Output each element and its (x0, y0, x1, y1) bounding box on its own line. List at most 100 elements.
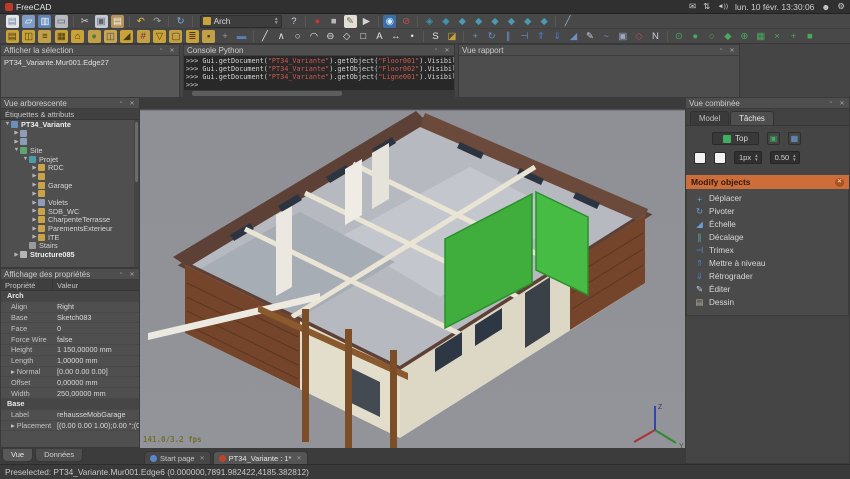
float-panel-icon[interactable]: ▫ (117, 271, 125, 278)
tree-item[interactable]: ▶ RDC (1, 163, 139, 172)
tree-item[interactable]: ▼ Site (1, 146, 139, 155)
property-row[interactable]: Force Wire false (1, 334, 139, 345)
arch-add-component-icon[interactable]: + (219, 30, 232, 43)
draft-circle-icon[interactable]: ○ (291, 30, 304, 43)
draft-clone-icon[interactable]: ▣ (616, 30, 629, 43)
tree-item[interactable]: ▶ SDB_WC (1, 207, 139, 216)
command-trimex[interactable]: ⊣ Trimex (687, 244, 848, 257)
tree-item[interactable]: ▶ Volets (1, 198, 139, 207)
tree-item[interactable]: ▶ ParementsExterieur (1, 224, 139, 233)
tab-tâches[interactable]: Tâches (730, 111, 774, 125)
close-panel-icon[interactable]: ✕ (443, 47, 451, 54)
command-pivoter[interactable]: ↻ Pivoter (687, 205, 848, 218)
close-panel-icon[interactable]: ✕ (168, 47, 176, 54)
float-panel-icon[interactable]: ▫ (717, 47, 725, 54)
view-front-icon[interactable]: ◆ (456, 15, 469, 28)
doc-tab[interactable]: Start page ✕ (144, 451, 211, 464)
tree-expand-icon[interactable]: ▶ (31, 191, 38, 197)
tree-item[interactable]: Stairs (1, 241, 139, 250)
property-group-row[interactable]: Arch (1, 291, 139, 302)
property-row[interactable]: Face 0 (1, 323, 139, 335)
tab-model[interactable]: Model (690, 111, 730, 125)
view-left-icon[interactable]: ◆ (538, 15, 551, 28)
draft-to-sketch-icon[interactable]: N (649, 30, 662, 43)
console-hscrollbar[interactable] (184, 90, 454, 97)
close-panel-icon[interactable]: ✕ (838, 100, 846, 107)
tree-item[interactable]: ▶ (1, 190, 139, 199)
measurement-icon[interactable]: ╱ (561, 15, 574, 28)
macro-play-icon[interactable]: ▶ (360, 15, 373, 28)
draft-rectangle-icon[interactable]: □ (357, 30, 370, 43)
refresh-icon[interactable]: ↻ (174, 15, 187, 28)
tree-expand-icon[interactable]: ▶ (13, 130, 20, 136)
python-console-output[interactable]: >>> Gui.getDocument("PT34_Variante").get… (184, 56, 454, 90)
property-row[interactable]: Offset 0,00000 mm (1, 377, 139, 389)
tree-item[interactable]: ▶ Garage (1, 181, 139, 190)
gear-icon[interactable]: ⚙ (837, 1, 845, 12)
macro-stop-icon[interactable]: ■ (327, 15, 340, 28)
snap-midpoint-icon[interactable]: ○ (705, 30, 718, 43)
print-icon[interactable]: ▭ (54, 14, 68, 28)
tree-item[interactable]: ▶ Structure085 (1, 250, 139, 259)
3d-viewport[interactable]: Y Z 141.0/3.2 fps (140, 97, 685, 448)
draft-upgrade-icon[interactable]: ⇑ (534, 30, 547, 43)
draft-offset-icon[interactable]: ∥ (502, 30, 515, 43)
doc-tab-close-icon[interactable]: ✕ (200, 455, 205, 462)
arch-stairs-icon[interactable]: ≣ (185, 29, 199, 43)
arch-structure-icon[interactable]: ◫ (22, 29, 36, 43)
network-icon[interactable]: ⇅ (703, 1, 710, 12)
snap-intersection-icon[interactable]: × (771, 30, 784, 43)
macro-edit-icon[interactable]: ✎ (343, 14, 357, 28)
new-file-icon[interactable]: ▤ (5, 14, 19, 28)
draft-dimension-icon[interactable]: ↔ (389, 30, 402, 43)
draft-shapestring-icon[interactable]: S (429, 30, 442, 43)
spinner-arrows-icon[interactable]: ▲ ▼ (792, 153, 796, 162)
draft-downgrade-icon[interactable]: ⇓ (551, 30, 564, 43)
draft-scale-icon[interactable]: ◢ (567, 30, 580, 43)
selection-list[interactable]: PT34_Variante.Mur001.Edge27 (1, 56, 179, 97)
text-scale-spinbox[interactable]: 0.50 ▲ ▼ (769, 151, 800, 164)
tree-expand-icon[interactable]: ▶ (31, 208, 38, 214)
draft-text-icon[interactable]: A (373, 30, 386, 43)
draft-facebinder-icon[interactable]: ◪ (445, 30, 458, 43)
arch-axis-icon[interactable]: # (136, 29, 150, 43)
tree-expand-icon[interactable]: ▼ (22, 156, 29, 162)
tab-vue[interactable]: Vue (2, 449, 34, 462)
tree-scrollbar-thumb[interactable] (135, 122, 138, 182)
snap-endpoint-icon[interactable]: ● (689, 30, 702, 43)
draft-shape2dview-icon[interactable]: ◇ (633, 30, 646, 43)
property-row[interactable]: Length 1,00000 mm (1, 356, 139, 367)
paste-icon[interactable]: ▤ (110, 14, 124, 28)
close-panel-icon[interactable]: ✕ (728, 47, 736, 54)
whatsthis-icon[interactable]: ? (287, 15, 300, 28)
arch-remove-component-icon[interactable]: ▬ (235, 30, 248, 43)
draft-line-icon[interactable]: ╱ (258, 30, 271, 43)
snap-lock-icon[interactable]: ⊙ (672, 30, 685, 43)
arch-site-icon[interactable]: ● (87, 29, 101, 43)
draft-ellipse-icon[interactable]: ⊖ (324, 30, 337, 43)
draft-edit-icon[interactable]: ✎ (583, 30, 596, 43)
view-top-icon[interactable]: ◆ (472, 15, 485, 28)
tree-expand-icon[interactable]: ▶ (13, 252, 20, 258)
draft-trimex-icon[interactable]: ⊣ (518, 30, 531, 43)
snap-center-icon[interactable]: ⊕ (738, 30, 751, 43)
command--chelle[interactable]: ◢ Échelle (687, 218, 848, 231)
draft-rotate-icon[interactable]: ↻ (485, 30, 498, 43)
tree-item[interactable]: ▶ (1, 129, 139, 138)
draft-wire-icon[interactable]: ∧ (275, 30, 288, 43)
arch-roof-icon[interactable]: ◢ (120, 29, 134, 43)
arch-space-icon[interactable]: ▢ (169, 29, 183, 43)
float-panel-icon[interactable]: ▫ (827, 100, 835, 107)
command-d-placer[interactable]: + Déplacer (687, 192, 848, 205)
tree-expand-icon[interactable]: ▶ (31, 200, 38, 206)
draft-arc-icon[interactable]: ◠ (307, 30, 320, 43)
close-panel-icon[interactable]: ✕ (128, 100, 136, 107)
line-color-swatch[interactable] (694, 151, 706, 164)
property-row[interactable]: ▸ Placement [(0.00 0.00 1.00);0.00 °;(0.0… (1, 421, 139, 432)
draft-point-icon[interactable]: • (406, 30, 419, 43)
snap-angle-icon[interactable]: ◆ (721, 30, 734, 43)
property-group-row[interactable]: Base (1, 398, 139, 410)
snap-extension-icon[interactable]: ■ (803, 30, 816, 43)
view-bottom-icon[interactable]: ◆ (521, 15, 534, 28)
arch-equipment-icon[interactable]: ▪ (202, 29, 216, 43)
